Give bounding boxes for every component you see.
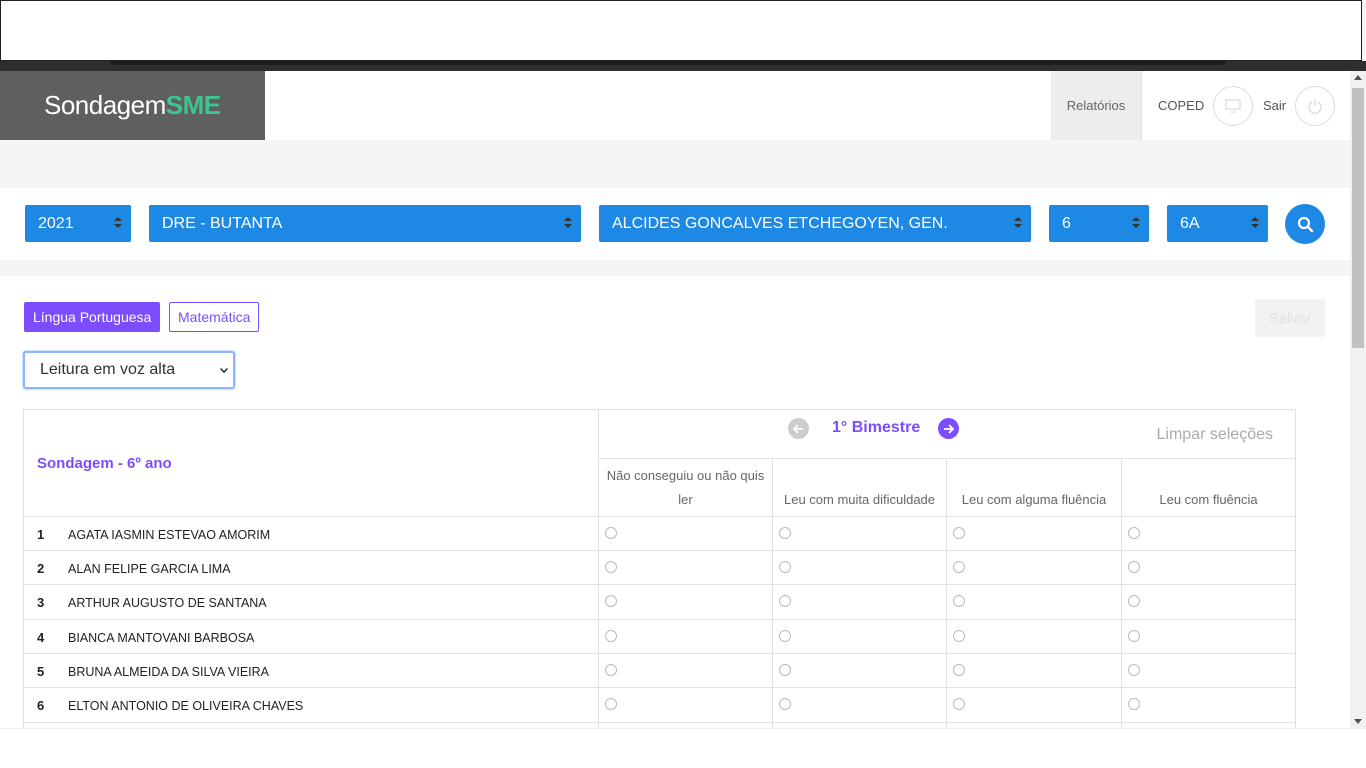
- table-title: Sondagem - 6º ano: [37, 455, 172, 472]
- sort-arrows-icon: [564, 217, 572, 229]
- power-icon[interactable]: [1295, 85, 1336, 126]
- radio-option[interactable]: [605, 595, 617, 607]
- brand-part2: SME: [165, 90, 221, 120]
- radio-option[interactable]: [953, 561, 965, 573]
- top-blank-area: [0, 0, 1362, 61]
- table-title-cell: Sondagem - 6º ano: [23, 409, 599, 517]
- radio-option[interactable]: [779, 595, 791, 607]
- dre-select[interactable]: DRE - BUTANTA: [149, 205, 581, 242]
- tab-math[interactable]: Matemática: [169, 302, 260, 332]
- radio-option[interactable]: [779, 664, 791, 676]
- column-header: Leu com alguma fluência: [946, 458, 1122, 517]
- sort-arrows-icon: [1251, 217, 1259, 229]
- student-number: 6: [37, 698, 45, 713]
- student-number: 4: [37, 630, 45, 645]
- column-header: Não conseguiu ou não quis ler: [598, 458, 773, 517]
- radio-option[interactable]: [605, 561, 617, 573]
- column-header: Leu com fluência: [1121, 458, 1296, 517]
- radio-option[interactable]: [779, 527, 791, 539]
- radio-option[interactable]: [605, 698, 617, 710]
- monitor-icon[interactable]: [1213, 85, 1254, 126]
- radio-option[interactable]: [953, 630, 965, 642]
- scroll-down-icon[interactable]: [1354, 719, 1362, 724]
- bottom-blank-area: [0, 728, 1366, 768]
- user-name: COPED: [1158, 98, 1205, 113]
- student-name: AGATA IASMIN ESTEVAO AMORIM: [68, 528, 271, 542]
- nav-user[interactable]: COPED: [1158, 71, 1254, 140]
- search-icon: [1297, 216, 1313, 232]
- radio-option[interactable]: [779, 561, 791, 573]
- student-number: 3: [37, 595, 45, 610]
- search-button[interactable]: [1285, 204, 1325, 244]
- logout-label: Sair: [1263, 98, 1287, 113]
- vertical-scrollbar[interactable]: [1350, 71, 1366, 728]
- radio-option[interactable]: [1128, 630, 1140, 642]
- radio-option[interactable]: [1128, 698, 1140, 710]
- year-select[interactable]: 2021: [25, 205, 131, 242]
- radio-option[interactable]: [1128, 664, 1140, 676]
- student-number: 5: [37, 664, 45, 679]
- radio-option[interactable]: [1128, 595, 1140, 607]
- column-header: Leu com muita dificuldade: [772, 458, 947, 517]
- radio-option[interactable]: [953, 595, 965, 607]
- student-name: ARTHUR AUGUSTO DE SANTANA: [68, 596, 267, 610]
- clear-selections-link[interactable]: Limpar seleções: [1157, 426, 1274, 444]
- radio-option[interactable]: [605, 664, 617, 676]
- radio-option[interactable]: [605, 630, 617, 642]
- assessment-type-select[interactable]: Leitura em voz alta: [23, 351, 235, 389]
- nav-reports[interactable]: Relatórios: [1051, 71, 1142, 140]
- brand-logo[interactable]: Sondagem SME: [0, 71, 265, 140]
- radio-option[interactable]: [953, 664, 965, 676]
- radio-option[interactable]: [953, 698, 965, 710]
- radio-option[interactable]: [779, 630, 791, 642]
- navbar: Sondagem SME Relatórios COPED Sair: [0, 71, 1350, 140]
- filter-bar: 2021 DRE - BUTANTA ALCIDES GONCALVES ETC…: [0, 188, 1350, 260]
- tab-portuguese[interactable]: Língua Portuguesa: [24, 302, 161, 332]
- student-name: BRUNA ALMEIDA DA SILVA VIEIRA: [68, 665, 270, 679]
- grade-value: 6: [1062, 214, 1071, 232]
- class-value: 6A: [1180, 214, 1200, 232]
- scrollbar-thumb[interactable]: [1352, 88, 1364, 348]
- year-value: 2021: [38, 214, 74, 232]
- chevron-down-icon: [220, 365, 228, 373]
- student-name: ELTON ANTONIO DE OLIVEIRA CHAVES: [68, 699, 304, 713]
- save-button[interactable]: Salvar: [1255, 299, 1325, 337]
- student-name: ALAN FELIPE GARCIA LIMA: [68, 562, 231, 576]
- browser-bar-strip: [0, 61, 1366, 71]
- assessment-type-value: Leitura em voz alta: [40, 361, 176, 378]
- radio-option[interactable]: [605, 527, 617, 539]
- student-number: 1: [37, 527, 45, 542]
- sort-arrows-icon: [1014, 217, 1022, 229]
- school-value: ALCIDES GONCALVES ETCHEGOYEN, GEN.: [612, 214, 948, 232]
- scroll-up-icon[interactable]: [1354, 75, 1362, 80]
- arrow-right-icon[interactable]: [938, 418, 959, 439]
- dre-value: DRE - BUTANTA: [162, 214, 283, 232]
- school-select[interactable]: ALCIDES GONCALVES ETCHEGOYEN, GEN.: [599, 205, 1031, 242]
- arrow-left-icon[interactable]: [788, 418, 809, 439]
- app-container: Sondagem SME Relatórios COPED Sair 2021 D…: [0, 71, 1350, 728]
- assessment-table: Sondagem - 6º ano 1° Bimestre Limpar sel…: [23, 409, 1296, 728]
- sort-arrows-icon: [1132, 217, 1140, 229]
- period-header: 1° Bimestre Limpar seleções: [598, 409, 1296, 459]
- radio-option[interactable]: [1128, 561, 1140, 573]
- radio-option[interactable]: [779, 698, 791, 710]
- nav-logout[interactable]: Sair: [1263, 71, 1336, 140]
- student-number: 2: [37, 561, 45, 576]
- sort-arrows-icon: [114, 217, 122, 229]
- radio-option[interactable]: [1128, 527, 1140, 539]
- grade-select[interactable]: 6: [1049, 205, 1149, 242]
- period-label: 1° Bimestre: [832, 419, 921, 436]
- main-content: Língua Portuguesa Matemática Salvar Leit…: [0, 276, 1350, 728]
- student-name: BIANCA MANTOVANI BARBOSA: [68, 631, 255, 645]
- brand-part1: Sondagem: [44, 90, 166, 120]
- class-select[interactable]: 6A: [1167, 205, 1268, 242]
- radio-option[interactable]: [953, 527, 965, 539]
